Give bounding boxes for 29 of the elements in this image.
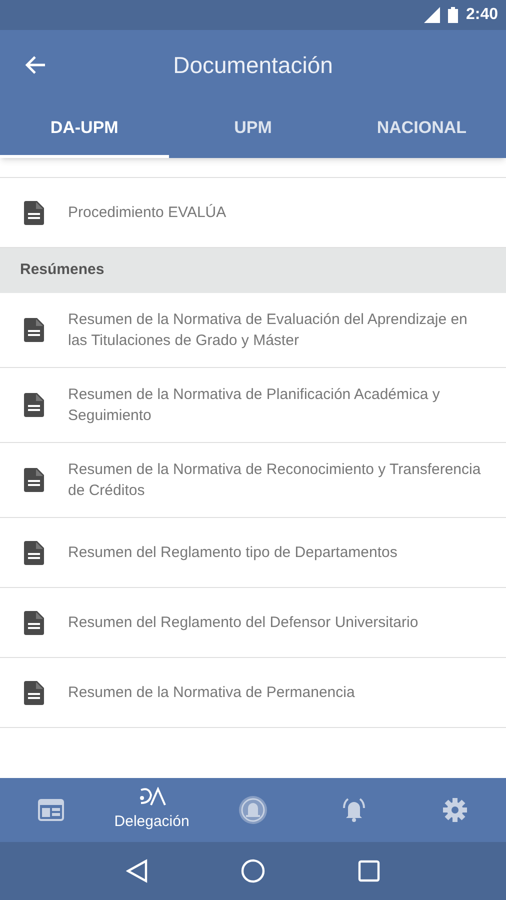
tab[interactable]: NACIONAL bbox=[337, 100, 506, 158]
document-icon bbox=[24, 680, 44, 704]
document-title: Resumen de la Normativa de Reconocimiento y Transferencia de Créditos bbox=[68, 460, 482, 501]
document-title: Procedimiento EVALÚA bbox=[68, 203, 226, 223]
screen-title: Documentación bbox=[173, 50, 333, 80]
section-header: Resúmenes bbox=[20, 260, 104, 280]
home-icon[interactable] bbox=[240, 859, 265, 883]
document-icon bbox=[24, 318, 44, 342]
document-title: Resumen de la Normativa de Evaluación del Aprendizaje en las Titulaciones de Grado y Máster bbox=[68, 310, 468, 351]
document-title: Resumen de la Normativa de Planificación Académica y Seguimiento bbox=[68, 385, 441, 426]
tab[interactable]: UPM bbox=[168, 100, 338, 158]
document-icon bbox=[24, 468, 44, 492]
document-icon bbox=[24, 540, 44, 564]
bell-badge-icon bbox=[238, 795, 268, 825]
document-title: Resumen del Reglamento del Defensor Universitario bbox=[68, 613, 418, 633]
document-icon bbox=[24, 610, 44, 634]
status-time: 2:40 bbox=[466, 5, 498, 25]
document-title: Resumen de la Normativa de Permanencia bbox=[68, 683, 355, 703]
tab[interactable]: DA-UPM bbox=[0, 100, 169, 158]
signal-icon bbox=[422, 7, 440, 23]
calendar-icon bbox=[38, 799, 64, 821]
back-arrow-icon[interactable] bbox=[24, 55, 46, 75]
overview-icon[interactable] bbox=[358, 860, 380, 882]
settings-icon bbox=[442, 797, 468, 823]
document-icon bbox=[24, 200, 44, 224]
battery-icon bbox=[448, 7, 458, 23]
back-icon[interactable] bbox=[126, 859, 148, 883]
document-title: Resumen del Reglamento tipo de Departamentos bbox=[68, 543, 398, 563]
document-icon bbox=[24, 393, 44, 417]
